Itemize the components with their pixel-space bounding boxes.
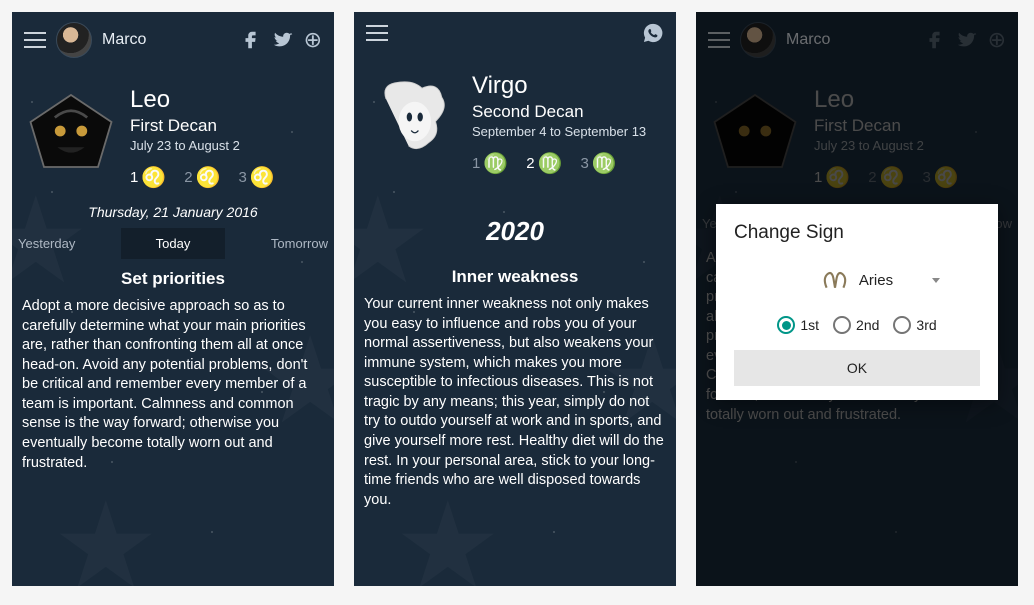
sign-name: Virgo: [472, 72, 646, 100]
aries-icon: [821, 268, 849, 292]
ok-button[interactable]: OK: [734, 350, 980, 386]
decan-name: First Decan: [130, 116, 275, 136]
menu-icon[interactable]: [366, 25, 388, 41]
top-bar: [354, 12, 676, 54]
sign-name: Leo: [130, 86, 275, 114]
decan-1[interactable]: 1♍: [472, 151, 508, 176]
decan-2[interactable]: 2♌: [184, 165, 220, 190]
facebook-icon[interactable]: [240, 29, 262, 51]
sign-info: Virgo Second Decan September 4 to Septem…: [472, 72, 646, 176]
date-line: Thursday, 21 January 2016: [12, 198, 334, 228]
sign-info: Leo First Decan July 23 to August 2 1♌ 2…: [130, 86, 275, 190]
decan-3[interactable]: 3♌: [239, 165, 275, 190]
year-label: 2020: [354, 184, 676, 257]
sign-header: Virgo Second Decan September 4 to Septem…: [354, 54, 676, 184]
decan-2[interactable]: 2♍: [526, 151, 562, 176]
decan-selector: 1♌ 2♌ 3♌: [130, 165, 275, 190]
username: Marco: [102, 31, 146, 49]
change-sign-dialog: Change Sign Aries 1st 2nd 3rd OK: [716, 204, 998, 400]
decan-selector: 1♍ 2♍ 3♍: [472, 151, 646, 176]
decan-radio-group: 1st 2nd 3rd: [734, 316, 980, 334]
tab-tomorrow[interactable]: Tomorrow: [225, 228, 334, 259]
date-range: July 23 to August 2: [130, 138, 275, 153]
dialog-title: Change Sign: [734, 222, 980, 244]
decan-3[interactable]: 3♍: [581, 151, 617, 176]
chevron-down-icon: [932, 278, 940, 283]
screen-virgo-yearly: ★ ★ ★ Virgo Second Decan September 4 to …: [354, 12, 676, 586]
horoscope-body: Adopt a more decisive approach so as to …: [12, 297, 334, 485]
sign-dropdown[interactable]: Aries: [734, 268, 980, 292]
decan-1[interactable]: 1♌: [130, 165, 166, 190]
sign-header: Leo First Decan July 23 to August 2 1♌ 2…: [12, 68, 334, 198]
top-bar: Marco ⊕: [12, 12, 334, 68]
whatsapp-icon[interactable]: [642, 22, 664, 44]
horoscope-title: Inner weakness: [354, 257, 676, 295]
menu-icon[interactable]: [24, 32, 46, 48]
radio-1st[interactable]: 1st: [777, 316, 819, 334]
add-icon[interactable]: ⊕: [304, 29, 322, 51]
leo-illustration: [26, 86, 116, 176]
decan-name: Second Decan: [472, 102, 646, 122]
radio-3rd[interactable]: 3rd: [893, 316, 936, 334]
date-range: September 4 to September 13: [472, 124, 646, 139]
horoscope-body: Your current inner weakness not only mak…: [354, 295, 676, 522]
horoscope-title: Set priorities: [12, 259, 334, 297]
day-tabs: Yesterday Today Tomorrow: [12, 228, 334, 259]
virgo-illustration: [368, 72, 458, 162]
avatar[interactable]: [56, 22, 92, 58]
screen-change-sign-dialog: ★ ★ Marco ⊕ Leo First Decan July 23 to A…: [696, 12, 1018, 586]
screen-leo-daily: ★ ★ ★ Marco ⊕ Leo First Decan July 2: [12, 12, 334, 586]
selected-sign-label: Aries: [859, 272, 893, 289]
tab-today[interactable]: Today: [121, 228, 224, 259]
tab-yesterday[interactable]: Yesterday: [12, 228, 121, 259]
twitter-icon[interactable]: [272, 29, 294, 51]
radio-2nd[interactable]: 2nd: [833, 316, 879, 334]
